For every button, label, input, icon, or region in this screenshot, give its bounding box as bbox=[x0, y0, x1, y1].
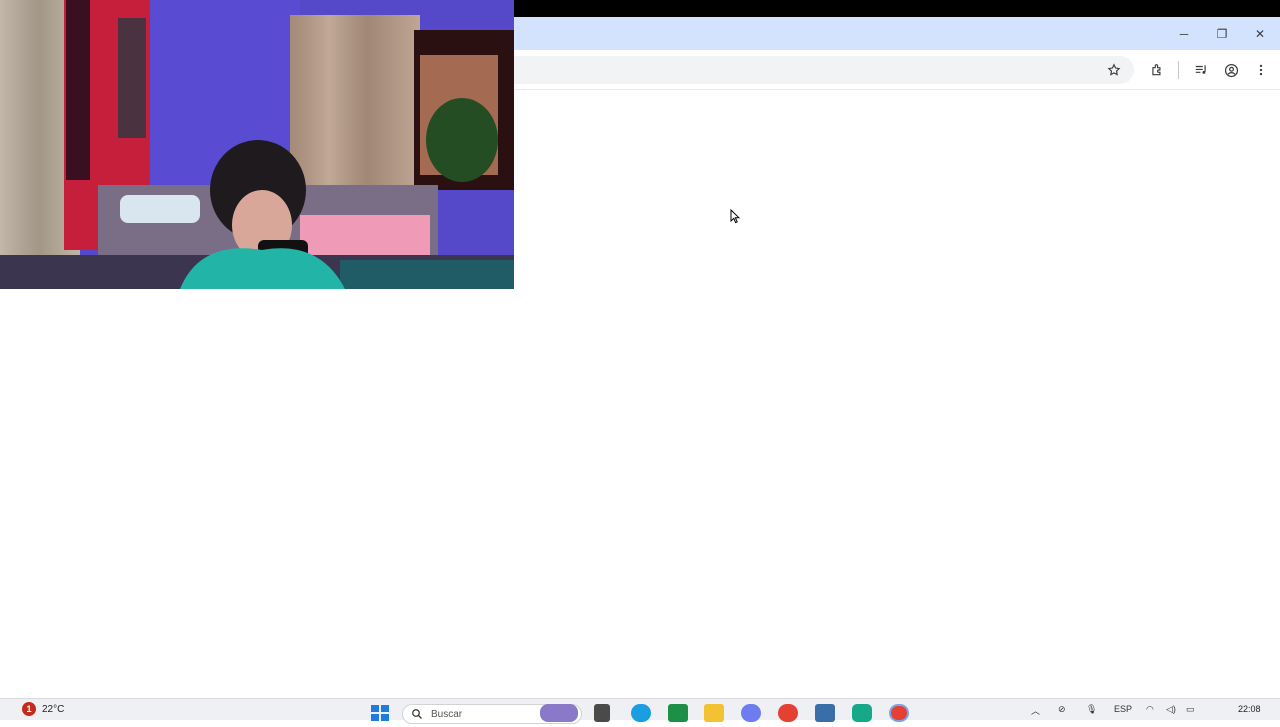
media-controls-icon bbox=[1195, 65, 1206, 74]
profile-button[interactable] bbox=[1218, 57, 1244, 83]
tray-battery-icon[interactable]: ▭ bbox=[1186, 704, 1195, 715]
file-explorer-button[interactable] bbox=[704, 704, 724, 722]
bookmark-star-button[interactable] bbox=[1101, 57, 1127, 83]
chrome-active-button[interactable] bbox=[889, 704, 909, 722]
teams-button[interactable] bbox=[852, 704, 872, 722]
task-view-button[interactable] bbox=[594, 704, 610, 722]
copilot-button[interactable] bbox=[741, 704, 761, 722]
weather-temperature: 22°C bbox=[42, 703, 65, 715]
taskbar-clock[interactable]: 22:08 bbox=[1238, 704, 1261, 714]
close-icon: ✕ bbox=[1254, 26, 1266, 41]
calculator-button[interactable] bbox=[815, 704, 835, 722]
extensions-button[interactable] bbox=[1144, 57, 1170, 83]
tray-overflow-chevron-icon[interactable]: ︿ bbox=[1031, 704, 1040, 717]
restore-icon: ❐ bbox=[1216, 26, 1228, 41]
search-placeholder: Buscar bbox=[431, 708, 463, 720]
mouse-cursor-icon bbox=[730, 209, 740, 224]
start-icon bbox=[371, 705, 389, 721]
toolbar-separator bbox=[1178, 61, 1179, 79]
weather-alert-badge: 1 bbox=[22, 702, 36, 716]
edge-button[interactable] bbox=[631, 704, 651, 722]
minimize-button[interactable]: ─ bbox=[1165, 17, 1203, 50]
browser-menu-button[interactable] bbox=[1248, 57, 1274, 83]
search-icon bbox=[412, 709, 422, 719]
restore-button[interactable]: ❐ bbox=[1203, 17, 1241, 50]
tray-mic-icon[interactable]: 🎙 bbox=[1086, 704, 1097, 715]
profile-icon bbox=[1224, 63, 1238, 77]
chrome-button[interactable] bbox=[778, 704, 798, 722]
minimize-icon: ─ bbox=[1179, 26, 1189, 41]
webcam-overlay bbox=[0, 0, 514, 289]
extensions-icon bbox=[1152, 64, 1161, 76]
language-indicator[interactable]: ESP bbox=[1114, 704, 1132, 714]
media-controls-button[interactable] bbox=[1188, 57, 1214, 83]
tray-volume-icon[interactable]: ◁) bbox=[1166, 704, 1176, 715]
weather-widget[interactable]: 1 22°C bbox=[22, 702, 64, 716]
widgets-button[interactable] bbox=[540, 704, 578, 722]
menu-icon bbox=[1259, 64, 1263, 76]
tray-network-icon[interactable]: ⊘ bbox=[1058, 704, 1066, 715]
start-button[interactable] bbox=[370, 704, 390, 722]
excel-button[interactable] bbox=[668, 704, 688, 722]
bookmark-star-icon bbox=[1107, 63, 1121, 76]
webcam-scene-image bbox=[0, 0, 514, 289]
tray-wifi-icon[interactable]: ◠ bbox=[1146, 704, 1154, 715]
close-button[interactable]: ✕ bbox=[1241, 17, 1279, 50]
